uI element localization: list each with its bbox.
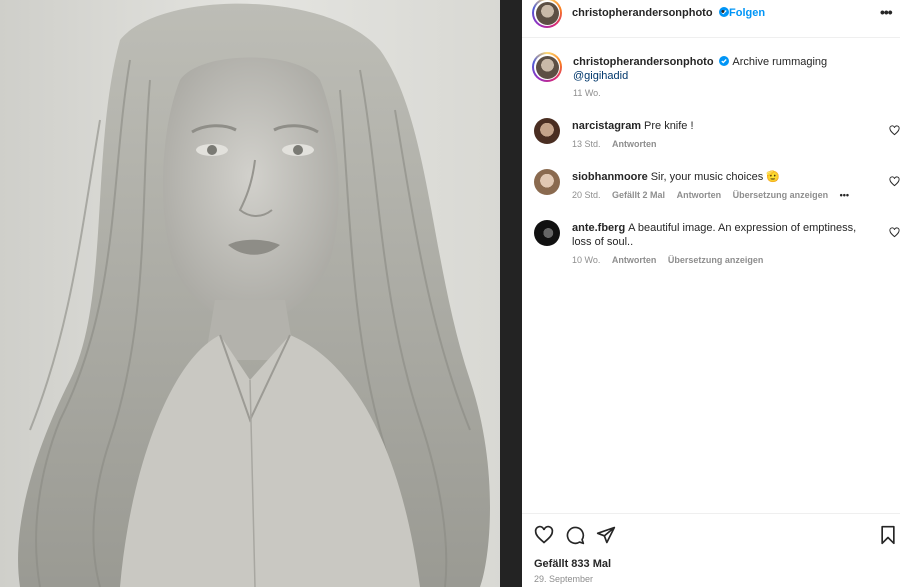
post-action-bar: Gefällt 833 Mal 29. September (522, 513, 900, 587)
caption-mention-link[interactable]: @gigihadid (573, 70, 628, 82)
comment-like-heart-icon[interactable] (889, 125, 900, 136)
comment-age: 20 Std. (572, 190, 601, 200)
header-separator: • (721, 6, 725, 18)
comment-age: 10 Wo. (572, 255, 601, 265)
reply-button[interactable]: Antworten (612, 139, 657, 149)
comment-icon[interactable] (565, 525, 585, 545)
caption-age: 11 Wo. (573, 88, 601, 98)
verified-badge-icon (719, 56, 730, 66)
comment-username[interactable]: narcistagram (572, 120, 641, 132)
comment-like-heart-icon[interactable] (889, 227, 900, 238)
commenter-avatar[interactable] (534, 169, 560, 195)
more-options-button[interactable]: ••• (880, 4, 893, 20)
post-side-panel: christopherandersonphoto • Folgen ••• ch… (522, 0, 900, 587)
show-translation-button[interactable]: Übersetzung anzeigen (733, 190, 829, 200)
commenter-avatar[interactable] (534, 118, 560, 144)
follow-button[interactable]: Folgen (729, 7, 765, 19)
show-translation-button[interactable]: Übersetzung anzeigen (668, 255, 764, 265)
heart-icon[interactable] (534, 525, 554, 545)
caption-username[interactable]: christopherandersonphoto (573, 56, 714, 68)
caption-text: Archive rummaging (732, 56, 828, 68)
comment-text: Sir, your music choices 🫡 (650, 171, 780, 183)
reply-button[interactable]: Antworten (677, 190, 722, 200)
bookmark-icon[interactable] (878, 525, 898, 545)
post-header: christopherandersonphoto • Folgen ••• (522, 0, 900, 38)
image-border (500, 0, 522, 587)
like-count[interactable]: Gefällt 833 Mal (534, 558, 611, 570)
reply-button[interactable]: Antworten (612, 255, 657, 265)
post-photo[interactable] (0, 0, 510, 587)
author-username[interactable]: christopherandersonphoto (572, 7, 729, 19)
comment-username[interactable]: siobhanmoore (572, 171, 648, 183)
comment-likes-count[interactable]: Gefällt 2 Mal (612, 190, 665, 200)
share-icon[interactable] (596, 525, 616, 545)
author-avatar[interactable] (532, 0, 562, 28)
caption-author-avatar[interactable] (532, 52, 562, 82)
portrait-image (0, 0, 510, 587)
comment-like-heart-icon[interactable] (889, 176, 900, 187)
post-date: 29. September (534, 574, 594, 584)
comment-username[interactable]: ante.fberg (572, 222, 625, 234)
commenter-avatar[interactable] (534, 220, 560, 246)
author-username-text[interactable]: christopherandersonphoto (572, 7, 713, 19)
comment-text: Pre knife ! (644, 120, 694, 132)
comment-age: 13 Std. (572, 139, 601, 149)
comment-more-button[interactable]: ••• (840, 190, 849, 200)
